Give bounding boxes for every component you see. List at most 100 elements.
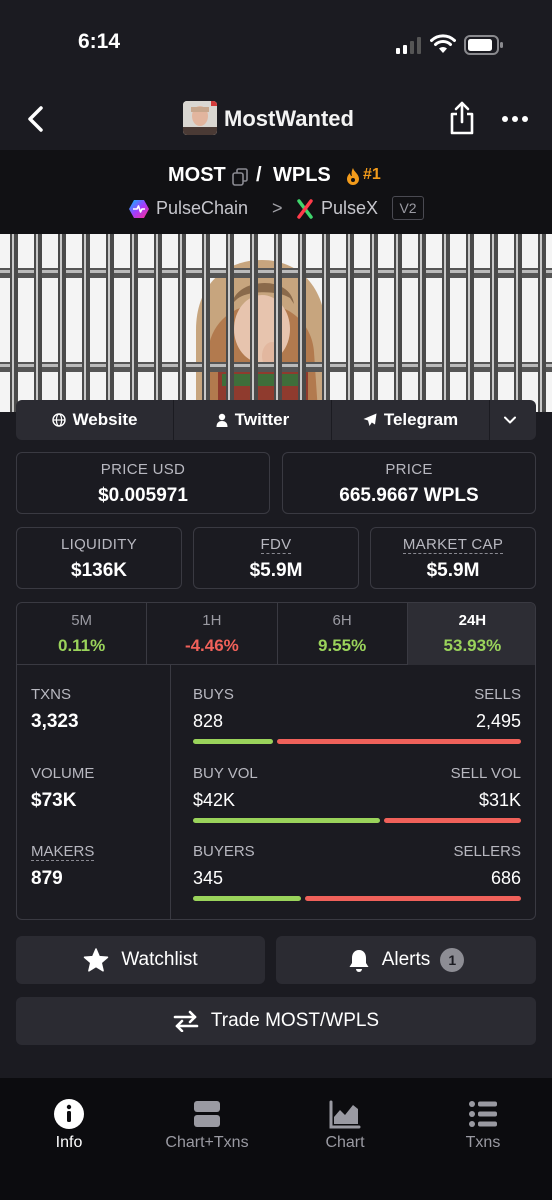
buyers-label: BUYERS [193,843,255,860]
portrait-figure [196,260,326,412]
market-cap-label: MARKET CAP [402,536,504,554]
share-icon[interactable] [447,100,477,136]
liquidity-value: $136K [71,560,127,581]
buy-vol-label: BUY VOL [193,765,258,782]
version-badge: V2 [392,196,424,220]
avatar-face-icon [183,101,217,135]
status-time: 6:14 [78,30,121,53]
fdv-box[interactable]: FDV $5.9M [193,527,359,589]
swap-arrows-icon [173,1010,199,1032]
nav-header: MostWanted [0,92,552,150]
tab-chart-txns-label: Chart+Txns [165,1134,249,1151]
sells-bar-fill [277,739,521,744]
buys-sells-row: BUYS SELLS 828 2,495 [193,686,521,746]
tab-chart[interactable]: Chart [276,1078,414,1168]
telegram-button[interactable]: Telegram [332,400,490,440]
tab-5m[interactable]: 5M 0.11% [17,603,148,665]
market-cap-box[interactable]: MARKET CAP $5.9M [370,527,536,589]
token-banner-image [0,234,552,412]
watchlist-label: Watchlist [121,949,198,970]
trade-label: Trade MOST/WPLS [210,1010,380,1031]
fdv-label: FDV [260,536,292,554]
buyers-sellers-bar [193,896,521,901]
chevron-down-icon [503,416,516,424]
pair-separator: / [256,164,262,186]
tab-chart-txns[interactable]: Chart+Txns [138,1078,276,1168]
bell-icon [349,949,369,972]
jail-bars-illustration [0,234,552,412]
price-native-value: 665.9667 WPLS [339,485,479,506]
tab-txns[interactable]: Txns [414,1078,552,1168]
tab-info-label: Info [55,1134,83,1151]
sells-label: SELLS [474,686,521,703]
pulsex-logo-icon [297,199,313,219]
sell-vol-bar-fill [384,818,521,823]
price-usd-label: PRICE USD [100,461,186,478]
chart-txns-icon [194,1101,220,1127]
copy-icon[interactable] [232,168,248,186]
back-chevron-icon[interactable] [22,104,52,134]
twitter-button[interactable]: Twitter [174,400,332,440]
alerts-label: Alerts [381,949,431,970]
tab-1h[interactable]: 1H -4.46% [147,603,278,665]
more-options-icon[interactable] [500,104,530,134]
telegram-label: Telegram [383,410,459,429]
price-usd-value: $0.005971 [98,485,188,506]
alerts-button[interactable]: Alerts 1 [276,936,536,984]
trending-rank[interactable]: #1 [363,166,381,184]
buys-value: 828 [193,711,224,731]
fdv-value: $5.9M [249,560,303,581]
avatar [183,101,217,135]
fire-icon [347,168,359,185]
list-icon [469,1101,497,1127]
buyers-value: 345 [193,868,224,888]
buys-bar-fill [193,739,273,744]
more-links-dropdown[interactable] [490,400,536,440]
dex-name[interactable]: PulseX [321,198,378,219]
base-token: MOST [168,164,226,186]
sell-vol-label: SELL VOL [450,765,521,782]
sell-vol-value: $31K [478,790,521,810]
buyers-sellers-row: BUYERS SELLERS 345 686 [193,843,521,903]
price-label: PRICE [385,461,433,478]
change-6h: 9.55% [318,636,367,655]
twitter-label: Twitter [234,410,290,429]
pulsechain-logo-icon [129,200,149,218]
sellers-bar-fill [305,896,521,901]
page-title: MostWanted [224,106,354,131]
timeframe-tabs: 5M 0.11% 1H -4.46% 6H 9.55% 24H 53.93% [17,603,535,665]
tab-info[interactable]: Info [0,1078,138,1168]
liquidity-label: LIQUIDITY [60,536,138,553]
buy-vol-bar-fill [193,818,380,823]
trade-button[interactable]: Trade MOST/WPLS [16,997,536,1045]
bottom-tab-bar: Info Chart+Txns Chart Txns [0,1078,552,1200]
telegram-plane-icon [363,413,377,426]
social-links-bar: Website Twitter Telegram [16,400,536,440]
info-icon [54,1099,84,1129]
website-button[interactable]: Website [16,400,174,440]
buys-label: BUYS [193,686,234,703]
price-native-box: PRICE 665.9667 WPLS [282,452,536,514]
makers-label[interactable]: MAKERS [31,843,95,861]
sellers-label: SELLERS [453,843,521,860]
tab-6h[interactable]: 6H 9.55% [278,603,408,665]
change-1h: -4.46% [184,636,239,655]
wifi-icon [430,34,456,53]
chain-name[interactable]: PulseChain [156,198,248,219]
metrics-column: TXNS 3,323 VOLUME $73K MAKERS 879 [17,665,171,919]
website-label: Website [72,410,138,429]
watchlist-button[interactable]: Watchlist [16,936,265,984]
tab-24h[interactable]: 24H 53.93% [407,603,535,665]
sellers-value: 686 [490,868,521,888]
makers-value: 879 [31,868,63,889]
tab-txns-label: Txns [465,1134,501,1151]
change-24h: 53.93% [443,636,502,655]
cellular-signal-icon [396,37,421,54]
battery-icon [464,35,503,55]
buy-vol-value: $42K [193,790,236,810]
price-usd-box: PRICE USD $0.005971 [16,452,270,514]
sells-value: 2,495 [475,711,521,731]
user-icon [216,413,228,427]
status-bar: 6:14 [0,0,552,92]
liquidity-box: LIQUIDITY $136K [16,527,182,589]
